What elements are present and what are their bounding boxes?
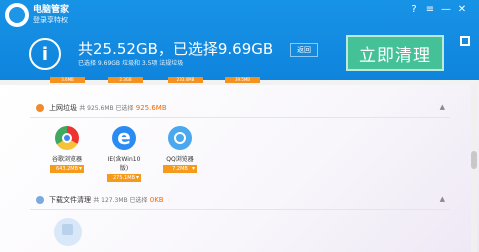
ie-browser-item[interactable]: IE(含Win10版) 275.1MB [104,126,144,182]
internet-junk-icon [36,104,44,112]
app-label: IE(含Win10版) [107,156,141,172]
top-size-pill[interactable]: 3.6MB [50,77,85,83]
qq-browser-icon [168,126,192,150]
app-title: 电脑管家 [33,5,70,15]
size-dropdown[interactable]: 7.2MB [163,165,197,173]
section-divider [30,209,450,210]
top-size-pill[interactable]: 39.5MB [225,77,260,83]
info-shield-icon: i [29,38,61,70]
download-section-icon [36,196,44,204]
scrollbar[interactable] [471,85,477,252]
back-button[interactable]: 返回 [290,43,318,57]
section-divider [30,117,450,118]
download-section-title: 下载文件清理 共 127.3MB 已选择 0KB [49,196,164,204]
scrollbar-thumb[interactable] [471,151,477,169]
close-icon[interactable]: ✕ [457,4,467,15]
collapse-caret-icon[interactable]: ▲ [440,195,445,203]
qq-browser-item[interactable]: QQ浏览器 7.2MB [160,126,200,173]
selection-details: 已选择 9.69GB 垃圾和 3.5项 法规垃圾 [78,60,184,67]
cleanup-summary: 共25.52GB，已选择9.69GB [78,40,274,58]
size-dropdown[interactable]: 643.2MB [50,165,84,173]
window-controls: ? ≡ — ✕ [409,4,467,15]
login-link[interactable]: 登录享特权 [33,15,68,25]
clean-now-button[interactable]: 立即清理 [346,35,444,71]
side-panel-icon[interactable] [460,36,470,46]
size-dropdown[interactable]: 275.1MB [107,174,141,182]
top-size-pill[interactable]: 233.4MB [168,77,203,83]
app-logo-icon [5,3,29,27]
menu-icon[interactable]: ≡ [425,4,435,15]
app-label: QQ浏览器 [166,156,194,163]
help-icon[interactable]: ? [409,4,419,15]
internet-explorer-icon [112,126,136,150]
internet-section-title: 上网垃圾 共 925.6MB 已选择 925.6MB [49,104,167,112]
app-label: 谷歌浏览器 [51,156,82,163]
download-folder-icon [54,218,82,246]
chrome-icon [55,126,79,150]
collapse-caret-icon[interactable]: ▲ [440,103,445,111]
minimize-icon[interactable]: — [441,4,451,15]
header-area: 电脑管家 登录享特权 ? ≡ — ✕ i 共25.52GB，已选择9.69GB … [0,0,479,80]
top-size-pill[interactable]: 2.3GB [108,77,143,83]
chrome-browser-item[interactable]: 谷歌浏览器 643.2MB [47,126,87,173]
